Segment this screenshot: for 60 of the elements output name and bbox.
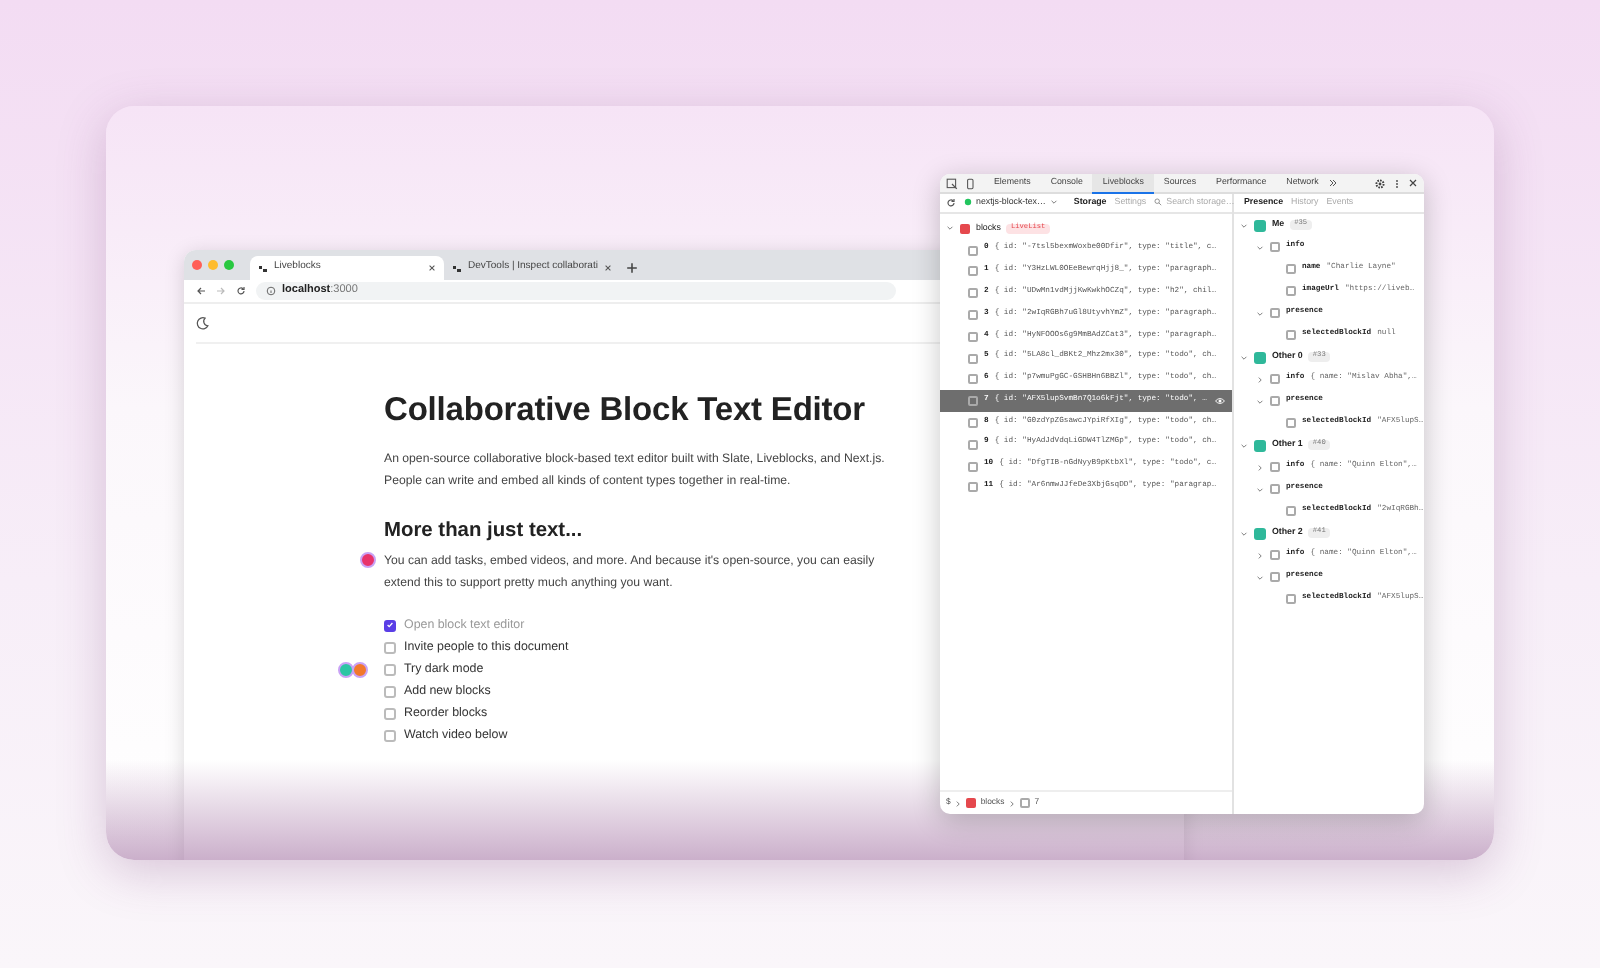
close-icon[interactable] (1408, 178, 1418, 188)
expanded-caret-icon[interactable] (1256, 573, 1264, 581)
user-avatar (1254, 219, 1266, 231)
document-title: Collaborative Block Text Editor (384, 392, 865, 432)
reload-icon[interactable] (236, 286, 246, 296)
object-icon (1270, 396, 1280, 406)
status-dot-icon (964, 198, 972, 207)
user-avatar (1254, 439, 1266, 451)
new-tab-icon[interactable] (626, 262, 638, 274)
object-icon (1270, 462, 1280, 472)
checkbox[interactable] (384, 707, 396, 720)
list-icon (960, 223, 970, 234)
reload-icon[interactable] (946, 198, 956, 208)
checkbox[interactable] (384, 729, 396, 742)
inspect-icon[interactable] (946, 177, 958, 189)
object-icon (1286, 330, 1296, 340)
user-avatar (1254, 351, 1266, 363)
list-icon (966, 798, 977, 808)
more-tabs-icon[interactable] (1328, 178, 1339, 188)
expanded-caret-icon[interactable] (1240, 353, 1248, 361)
checkbox[interactable] (384, 663, 396, 676)
expanded-caret-icon[interactable] (1256, 309, 1264, 317)
eye-icon[interactable] (1214, 396, 1226, 407)
checkbox[interactable] (384, 619, 396, 632)
caret-icon (1049, 198, 1058, 207)
object-icon (1286, 418, 1296, 428)
expanded-caret-icon[interactable] (1240, 529, 1248, 537)
device-icon[interactable] (964, 177, 976, 189)
moon-icon[interactable] (196, 316, 210, 330)
object-icon (1286, 506, 1296, 516)
section-heading: More than just text... (384, 519, 585, 545)
forward-icon[interactable] (216, 286, 226, 296)
object-icon (1270, 308, 1280, 318)
close-icon[interactable] (428, 264, 436, 272)
object-icon (1270, 550, 1280, 560)
search-icon (1154, 198, 1163, 207)
expanded-caret-icon[interactable] (1256, 243, 1264, 251)
info-icon (266, 286, 276, 296)
object-icon (1286, 264, 1296, 274)
close-icon[interactable] (603, 264, 612, 272)
object-icon (1020, 798, 1031, 808)
object-icon (1270, 242, 1280, 252)
expanded-caret-icon[interactable] (1240, 441, 1248, 449)
object-icon (1270, 374, 1280, 384)
expanded-caret-icon[interactable] (1240, 221, 1248, 229)
favicon-icon (452, 263, 462, 273)
expanded-caret-icon[interactable] (1256, 397, 1264, 405)
checkbox[interactable] (384, 685, 396, 698)
object-icon (1270, 572, 1280, 582)
maximize-window-button[interactable] (224, 260, 234, 270)
expanded-caret-icon[interactable] (1256, 485, 1264, 493)
object-icon (1286, 286, 1296, 296)
object-icon (1270, 484, 1280, 494)
back-icon[interactable] (196, 286, 206, 296)
settings-icon[interactable] (1374, 177, 1386, 189)
favicon-icon (258, 263, 268, 273)
object-icon (1286, 594, 1296, 604)
user-avatar (1254, 527, 1266, 539)
close-window-button[interactable] (192, 260, 202, 270)
checkbox[interactable] (384, 641, 396, 654)
